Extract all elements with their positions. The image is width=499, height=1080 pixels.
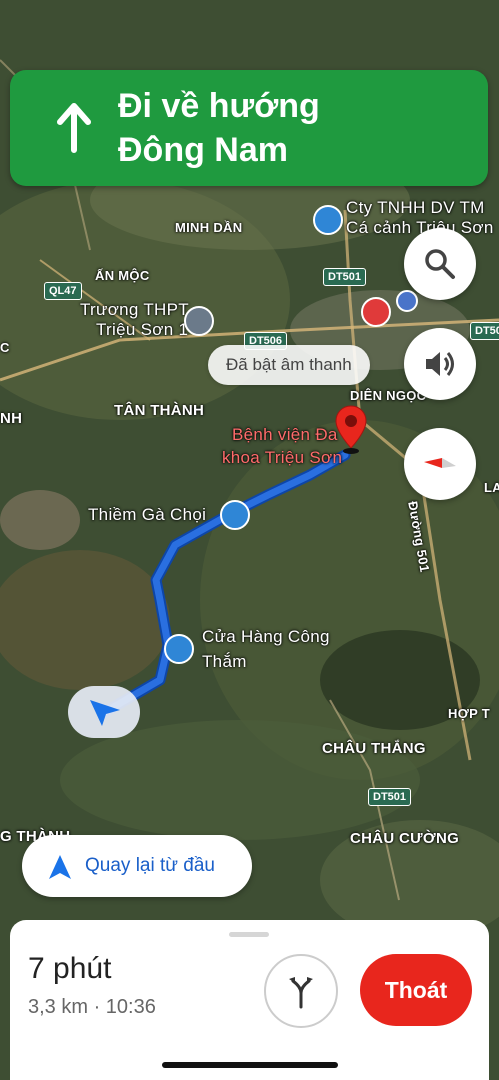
trip-duration: 7 phút [28, 952, 112, 985]
maneuver-line1: Đi về hướng [118, 87, 320, 125]
shop-pin-icon[interactable] [220, 500, 250, 530]
map-label: HỢP T [448, 706, 490, 721]
compass-button[interactable] [404, 428, 476, 500]
maneuver-line2: Đông Nam [118, 131, 288, 169]
poi-label: Trương THPT [80, 300, 189, 319]
road-shield: QL47 [44, 282, 82, 300]
destination-pin-icon[interactable] [334, 404, 368, 454]
sheet-handle[interactable] [229, 932, 269, 937]
home-indicator[interactable] [162, 1062, 338, 1068]
bus-stop-icon[interactable] [396, 290, 418, 312]
map-label: LA [484, 480, 499, 495]
poi-label: Thắm [202, 652, 247, 671]
volume-icon [426, 352, 454, 376]
poi-label: Bệnh viện Đa [232, 425, 338, 444]
school-pin-icon[interactable] [184, 306, 214, 336]
hospital-icon[interactable] [361, 297, 391, 327]
recenter-button[interactable]: Quay lại từ đầu [22, 835, 252, 897]
poi-label: Triệu Sơn 1 [96, 320, 189, 339]
search-icon [425, 249, 455, 279]
map-label: CHÂU CƯỜNG [350, 830, 460, 847]
map-label: ẤN MỘC [95, 268, 150, 283]
road-shield: DT501 [368, 788, 412, 806]
poi-label: khoa Triệu Sơn [222, 448, 343, 467]
search-button[interactable] [404, 228, 476, 300]
navigation-arrow-icon [49, 855, 71, 879]
alternate-routes-button[interactable] [264, 954, 338, 1028]
recenter-label: Quay lại từ đầu [85, 855, 215, 876]
road-shield: DT50 [470, 322, 499, 340]
map-label: NH [0, 410, 23, 427]
poi-label: Cty TNHH DV TM [346, 198, 485, 217]
map-label: MINH DẦN [175, 220, 243, 235]
trip-sheet[interactable]: 7 phút 3,3 km · 10:36 Thoát [10, 920, 489, 1080]
maneuver-text: Đi về hướng Đông Nam [118, 84, 320, 172]
trip-details: 3,3 km · 10:36 [28, 996, 156, 1018]
status-bar [0, 0, 499, 60]
map-label: C [0, 340, 10, 355]
road-shield: DT501 [323, 268, 367, 286]
poi-label: Cửa Hàng Công [202, 627, 330, 646]
navigation-arrow-icon [90, 700, 120, 726]
arrow-up-icon [57, 103, 91, 153]
map-label: TÂN THÀNH [114, 402, 205, 419]
sound-toast: Đã bật âm thanh [208, 345, 370, 385]
exit-button[interactable]: Thoát [360, 954, 472, 1026]
alternate-routes-icon [289, 977, 313, 1009]
current-location-marker [68, 686, 140, 738]
shop-pin-icon[interactable] [313, 205, 343, 235]
map-label: CHÂU THẮNG [322, 740, 426, 757]
compass-icon [424, 458, 456, 468]
sound-button[interactable] [404, 328, 476, 400]
shop-pin-icon[interactable] [164, 634, 194, 664]
navigation-banner[interactable]: Đi về hướng Đông Nam [10, 70, 488, 186]
poi-label: Thiềm Gà Chọi [88, 505, 207, 524]
